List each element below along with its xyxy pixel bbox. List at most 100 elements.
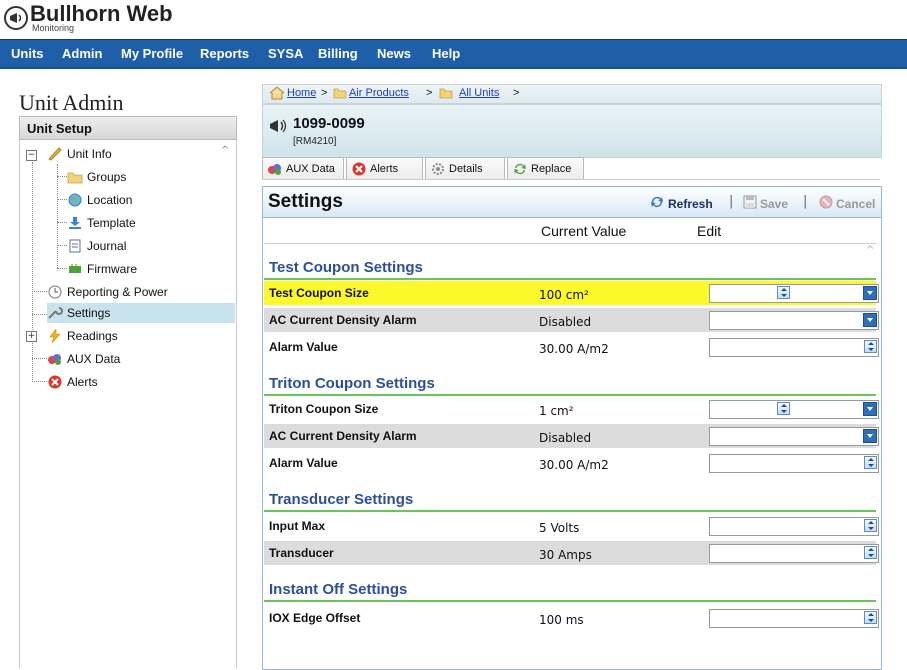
gear-icon xyxy=(431,162,445,176)
expand-toggle-icon[interactable]: + xyxy=(26,331,37,342)
aux-icon xyxy=(268,162,282,176)
breadcrumb-home-link[interactable]: Home xyxy=(287,87,316,99)
brand-logo[interactable]: Bullhorn Web Monitoring xyxy=(4,1,304,34)
refresh-button[interactable]: Refresh xyxy=(649,195,713,212)
lightning-icon xyxy=(47,328,63,344)
collapse-toggle-icon[interactable]: − xyxy=(26,150,37,161)
tree-connector xyxy=(57,222,67,223)
setting-current-value: 1 cm² xyxy=(539,404,574,418)
sidebar-item-alerts[interactable]: Alerts xyxy=(47,372,98,392)
sidebar-item-label: Alerts xyxy=(67,375,98,389)
transducer-spinner[interactable] xyxy=(709,544,879,563)
setting-current-value: 5 Volts xyxy=(539,521,580,535)
setting-current-value: 100 ms xyxy=(539,613,584,627)
alarm-value-spinner[interactable] xyxy=(709,338,879,357)
save-button[interactable]: Save xyxy=(743,195,788,212)
dropdown-arrow-icon[interactable] xyxy=(863,402,877,416)
home-icon[interactable] xyxy=(269,86,285,103)
clock-icon xyxy=(47,285,63,299)
document-icon xyxy=(67,239,83,253)
setting-label: AC Current Density Alarm xyxy=(269,313,417,327)
spin-updown-icon[interactable] xyxy=(864,340,877,353)
scroll-up-icon[interactable]: ^ xyxy=(866,245,878,257)
cancel-button[interactable]: Cancel xyxy=(819,195,875,212)
breadcrumb: Home > Air Products > All Units > xyxy=(262,84,882,104)
column-header-current-value: Current Value xyxy=(541,223,627,239)
breadcrumb-air-products-link[interactable]: Air Products xyxy=(349,87,409,99)
nav-help[interactable]: Help xyxy=(432,46,460,61)
scroll-up-icon[interactable]: ^ xyxy=(221,145,233,165)
tab-aux-data[interactable]: AUX Data xyxy=(262,157,344,179)
cancel-icon xyxy=(819,195,833,212)
sidebar-item-journal[interactable]: Journal xyxy=(67,236,126,256)
tree-connector xyxy=(32,358,47,359)
setting-row-ac-current-density-alarm: AC Current Density Alarm Disabled xyxy=(264,424,879,448)
setting-row-triton-coupon-size: Triton Coupon Size 1 cm² xyxy=(264,397,879,421)
spin-updown-icon[interactable] xyxy=(864,519,877,532)
spin-updown-icon[interactable] xyxy=(777,402,790,415)
dropdown-arrow-icon[interactable] xyxy=(863,313,877,327)
sidebar-section-label: Unit Setup xyxy=(27,121,92,136)
section-rule xyxy=(264,600,876,602)
sidebar-item-reporting-power[interactable]: Reporting & Power xyxy=(47,282,168,302)
coupon-size-combo[interactable] xyxy=(709,284,879,303)
nav-news[interactable]: News xyxy=(377,46,411,61)
spin-updown-icon[interactable] xyxy=(864,611,877,624)
dropdown-arrow-icon[interactable] xyxy=(863,286,877,300)
tab-label: Details xyxy=(449,162,483,175)
alarm-dropdown[interactable] xyxy=(709,311,879,330)
setting-row-alarm-value: Alarm Value 30.00 A/m2 xyxy=(264,451,879,475)
setting-current-value: 30.00 A/m2 xyxy=(539,458,609,472)
wrench-icon xyxy=(47,306,63,320)
sidebar-item-label: Reporting & Power xyxy=(67,285,168,299)
header-separator: | xyxy=(729,194,734,209)
spin-updown-icon[interactable] xyxy=(864,456,877,469)
dropdown-arrow-icon[interactable] xyxy=(863,429,877,443)
nav-reports[interactable]: Reports xyxy=(200,46,249,61)
breadcrumb-all-units-link[interactable]: All Units xyxy=(459,87,499,99)
sidebar-item-label: Location xyxy=(87,193,133,207)
input-max-spinner[interactable] xyxy=(709,517,879,536)
unit-tabs: AUX Data Alerts Details Replace xyxy=(262,157,880,180)
tree-connector xyxy=(57,164,58,268)
section-rule xyxy=(264,510,876,512)
sidebar-item-label: Firmware xyxy=(87,262,137,276)
sidebar-item-template[interactable]: Template xyxy=(67,213,136,233)
section-title-triton-coupon: Triton Coupon Settings xyxy=(269,375,435,392)
sidebar-item-label: AUX Data xyxy=(67,352,121,366)
nav-units[interactable]: Units xyxy=(11,46,44,61)
setting-label: AC Current Density Alarm xyxy=(269,429,417,443)
sidebar-item-firmware[interactable]: Firmware xyxy=(67,259,137,279)
pencil-icon xyxy=(47,147,63,161)
sidebar-item-settings[interactable]: Settings xyxy=(47,303,235,323)
tab-replace[interactable]: Replace xyxy=(507,157,584,179)
spin-updown-icon[interactable] xyxy=(777,286,790,299)
iox-edge-offset-spinner[interactable] xyxy=(709,609,879,628)
nav-my-profile[interactable]: My Profile xyxy=(121,46,183,61)
tab-label: Replace xyxy=(531,162,572,175)
sidebar-item-location[interactable]: Location xyxy=(67,190,132,210)
globe-icon xyxy=(67,193,83,207)
alarm-value-spinner[interactable] xyxy=(709,454,879,473)
sidebar-item-readings[interactable]: Readings xyxy=(47,326,118,346)
sidebar-item-groups[interactable]: Groups xyxy=(67,167,126,187)
breadcrumb-separator: > xyxy=(513,87,520,99)
sidebar-item-aux-data[interactable]: AUX Data xyxy=(47,349,120,369)
coupon-size-combo[interactable] xyxy=(709,400,879,419)
tab-details[interactable]: Details xyxy=(425,157,505,179)
replace-arrows-icon xyxy=(513,162,527,176)
nav-billing[interactable]: Billing xyxy=(318,46,358,61)
tab-alerts[interactable]: Alerts xyxy=(346,157,423,179)
section-rule xyxy=(264,394,876,396)
nav-admin[interactable]: Admin xyxy=(62,46,102,61)
nav-sysa[interactable]: SYSA xyxy=(268,46,303,61)
settings-panel: Settings Refresh | Save | Cancel Current… xyxy=(262,186,882,670)
sidebar-item-unit-info[interactable]: Unit Info xyxy=(47,144,112,164)
setting-label: Test Coupon Size xyxy=(269,286,369,300)
tree-connector xyxy=(57,176,67,177)
setting-current-value: Disabled xyxy=(539,431,592,445)
alarm-dropdown[interactable] xyxy=(709,427,879,446)
download-arrow-icon xyxy=(67,216,83,230)
spin-updown-icon[interactable] xyxy=(864,546,877,559)
setting-current-value: Disabled xyxy=(539,315,592,329)
